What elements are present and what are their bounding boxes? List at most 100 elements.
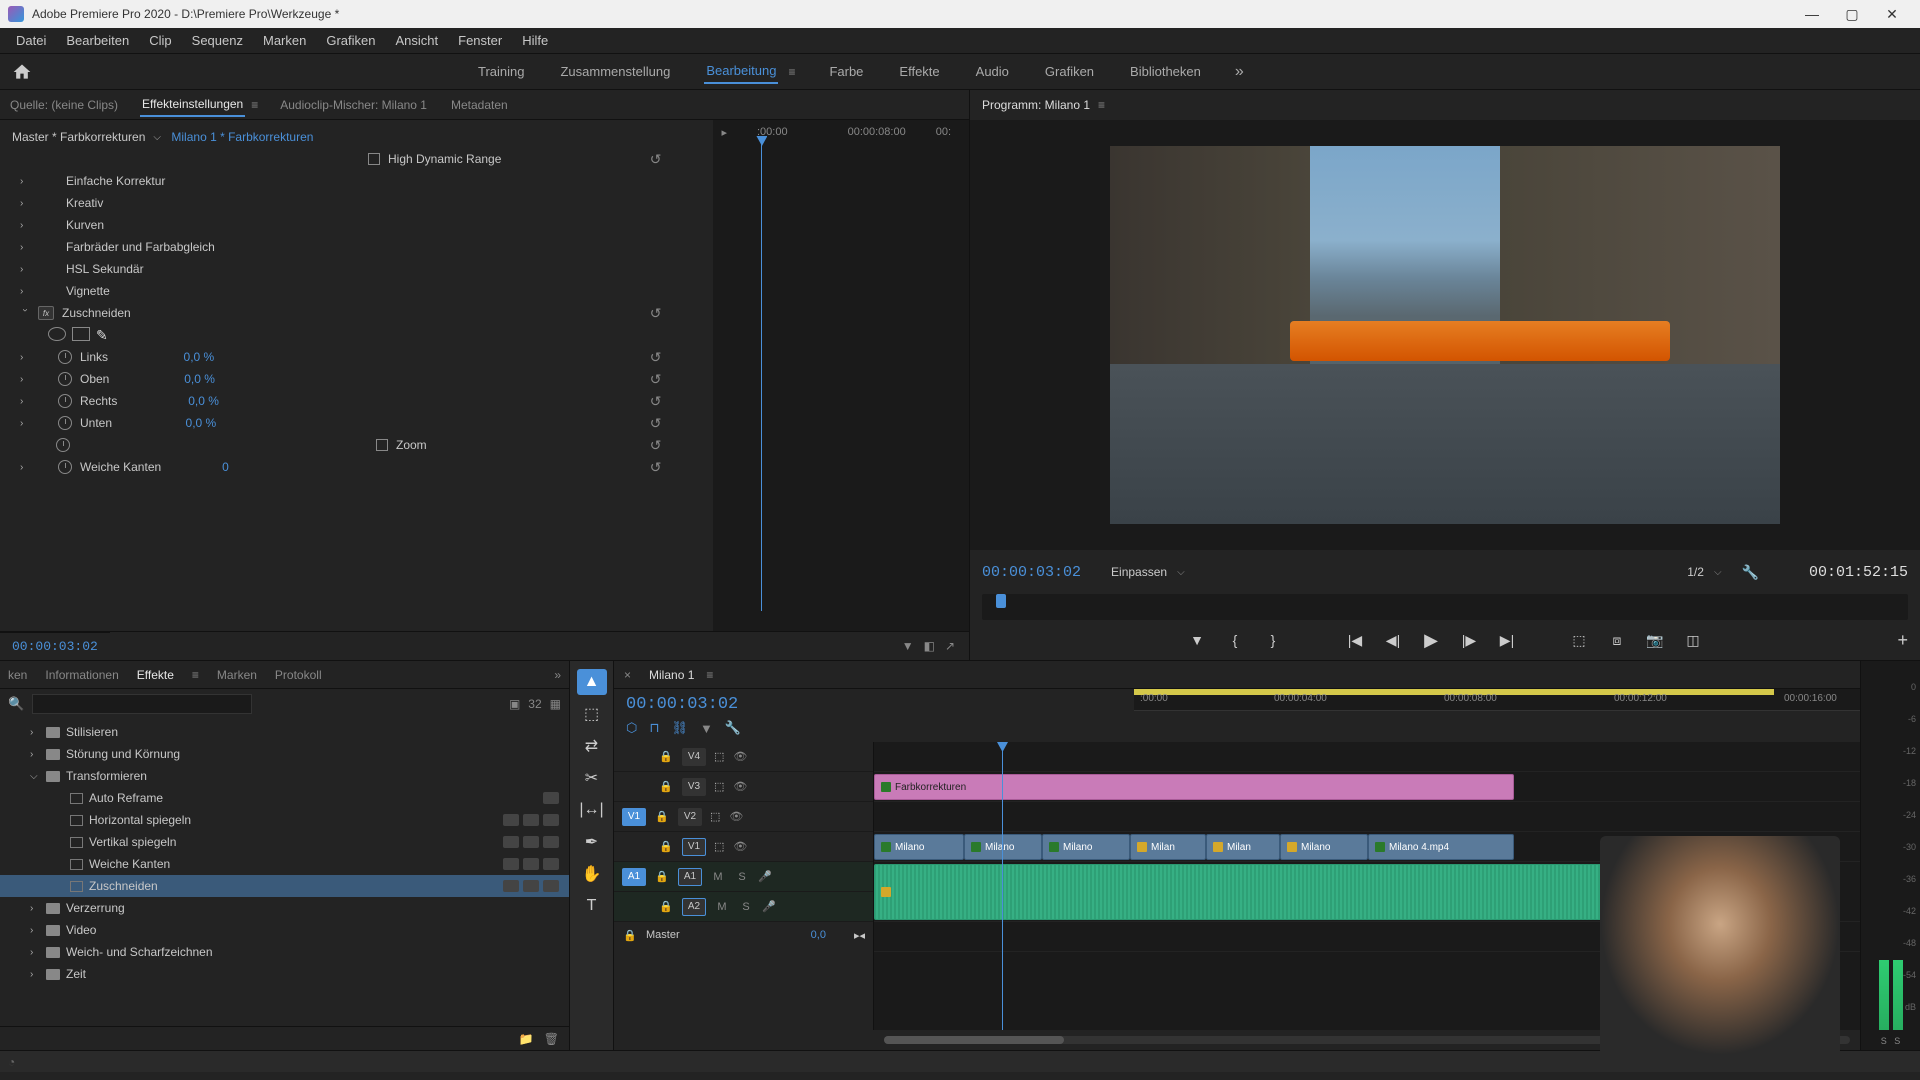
reset-icon[interactable]: ↺ xyxy=(650,305,662,322)
chevron-right-icon[interactable]: › xyxy=(20,374,30,385)
settings-wrench-icon[interactable]: 🔧 xyxy=(1742,564,1759,581)
program-zoom-dropdown[interactable]: 1/2 xyxy=(1687,565,1704,579)
expand-icon[interactable]: ▸◂ xyxy=(854,929,865,942)
ws-audio[interactable]: Audio xyxy=(974,60,1011,83)
chevron-icon[interactable]: › xyxy=(30,969,40,980)
chevron-right-icon[interactable]: › xyxy=(20,352,30,363)
chevron-right-icon[interactable]: › xyxy=(20,264,30,275)
group-farbraeder[interactable]: Farbräder und Farbabgleich xyxy=(66,240,215,254)
lock-icon[interactable]: 🔒 xyxy=(658,780,674,793)
ws-bearbeitung[interactable]: Bearbeitung xyxy=(704,59,778,84)
mask-ellipse-button[interactable] xyxy=(48,327,66,341)
reset-icon[interactable]: ↺ xyxy=(650,459,662,476)
stopwatch-icon[interactable] xyxy=(56,438,70,452)
go-to-in-button[interactable]: |◀ xyxy=(1343,628,1367,652)
source-v1[interactable]: V1 xyxy=(622,808,646,826)
ws-zusammenstellung[interactable]: Zusammenstellung xyxy=(558,60,672,83)
audio-meters[interactable]: 0-6-12-18-24-30-36-42-48-54dB S S xyxy=(1860,661,1920,1050)
sequence-name[interactable]: Milano 1 xyxy=(649,668,694,682)
group-vignette[interactable]: Vignette xyxy=(66,284,110,298)
stopwatch-icon[interactable] xyxy=(58,372,72,386)
menu-grafiken[interactable]: Grafiken xyxy=(316,29,385,52)
program-menu-icon[interactable]: ≡ xyxy=(1098,98,1105,112)
track-v1-label[interactable]: V1 xyxy=(682,838,706,856)
tree-folder[interactable]: ⌵Transformieren xyxy=(0,765,569,787)
chevron-right-icon[interactable]: › xyxy=(20,176,30,187)
ripple-edit-tool[interactable]: ⇄ xyxy=(577,733,607,759)
filter-32bit-icon[interactable]: 32 xyxy=(528,697,541,711)
chevron-down-icon[interactable]: ⌵ xyxy=(153,132,163,143)
menu-clip[interactable]: Clip xyxy=(139,29,181,52)
step-back-button[interactable]: ◀| xyxy=(1381,628,1405,652)
tree-folder[interactable]: ›Störung und Körnung xyxy=(0,743,569,765)
delete-icon[interactable]: 🗑 xyxy=(544,1032,559,1046)
step-forward-button[interactable]: |▶ xyxy=(1457,628,1481,652)
tab-quelle[interactable]: Quelle: (keine Clips) xyxy=(8,94,120,116)
home-icon[interactable] xyxy=(12,62,32,82)
close-button[interactable]: ✕ xyxy=(1872,0,1912,28)
settings-wrench-icon[interactable]: 🔧 xyxy=(725,720,741,736)
track-a2-label[interactable]: A2 xyxy=(682,898,706,916)
toggle-sync-icon[interactable]: ⬚ xyxy=(710,810,720,823)
tree-folder[interactable]: ›Weich- und Scharfzeichnen xyxy=(0,941,569,963)
mute-button[interactable]: M xyxy=(714,901,730,913)
extract-button[interactable]: ⧈ xyxy=(1605,628,1629,652)
clip-video[interactable]: Milan xyxy=(1130,834,1206,860)
insert-mode-icon[interactable]: ⬡ xyxy=(626,720,637,736)
chevron-icon[interactable]: › xyxy=(30,727,40,738)
tab-menu-icon[interactable]: ≡ xyxy=(251,98,258,112)
tree-folder[interactable]: ›Zeit xyxy=(0,963,569,985)
program-timecode[interactable]: 00:00:03:02 xyxy=(982,564,1081,581)
tab-ken[interactable]: ken xyxy=(8,668,27,682)
filter-accel-icon[interactable]: ▣ xyxy=(509,697,520,711)
close-sequence-icon[interactable]: × xyxy=(624,668,631,682)
mark-out-button[interactable]: } xyxy=(1261,628,1285,652)
chevron-right-icon[interactable]: › xyxy=(20,286,30,297)
lock-icon[interactable]: 🔒 xyxy=(622,929,638,942)
timeline-playhead[interactable] xyxy=(1002,742,1003,1030)
effects-search-input[interactable] xyxy=(32,694,252,714)
group-kreativ[interactable]: Kreativ xyxy=(66,196,103,210)
effect-playhead[interactable] xyxy=(761,142,762,611)
reset-icon[interactable]: ↺ xyxy=(650,151,662,168)
tab-informationen[interactable]: Informationen xyxy=(45,668,118,682)
lock-icon[interactable]: 🔒 xyxy=(654,810,670,823)
button-editor-icon[interactable]: + xyxy=(1897,630,1908,651)
solo-button[interactable]: S xyxy=(734,871,750,883)
effect-timecode[interactable]: 00:00:03:02 xyxy=(0,632,110,660)
menu-hilfe[interactable]: Hilfe xyxy=(512,29,558,52)
tree-folder[interactable]: ›Verzerrung xyxy=(0,897,569,919)
menu-datei[interactable]: Datei xyxy=(6,29,56,52)
chevron-icon[interactable]: ⌵ xyxy=(30,771,40,782)
chevron-right-icon[interactable]: › xyxy=(20,396,30,407)
chevron-right-icon[interactable]: › xyxy=(20,242,30,253)
clip-video[interactable]: Milano xyxy=(1042,834,1130,860)
eye-icon[interactable]: 👁 xyxy=(732,780,748,793)
tab-menu-icon[interactable]: ≡ xyxy=(192,668,199,682)
add-marker-button[interactable]: ▼ xyxy=(1185,628,1209,652)
maximize-button[interactable]: ▢ xyxy=(1832,0,1872,28)
group-kurven[interactable]: Kurven xyxy=(66,218,104,232)
linked-selection-icon[interactable]: ⛓ xyxy=(672,720,689,736)
fx-badge-icon[interactable]: fx xyxy=(38,306,54,320)
ws-menu-icon[interactable]: ≡ xyxy=(788,65,795,79)
search-icon[interactable]: 🔍 xyxy=(8,696,24,712)
timeline-timecode[interactable]: 00:00:03:02 xyxy=(614,689,874,720)
chevron-icon[interactable]: › xyxy=(30,925,40,936)
instance-clip-link[interactable]: Milano 1 * Farbkorrekturen xyxy=(171,130,313,144)
ws-effekte[interactable]: Effekte xyxy=(897,60,941,83)
master-clip-label[interactable]: Master * Farbkorrekturen xyxy=(12,130,145,144)
voiceover-icon[interactable]: 🎤 xyxy=(758,870,772,883)
clip-video[interactable]: Milan xyxy=(1206,834,1280,860)
param-weiche-value[interactable]: 0 xyxy=(222,460,229,474)
clip-video[interactable]: Milano xyxy=(874,834,964,860)
chevron-right-icon[interactable]: › xyxy=(20,418,30,429)
track-select-tool[interactable]: ⬚ xyxy=(577,701,607,727)
type-tool[interactable]: T xyxy=(577,893,607,919)
lock-icon[interactable]: 🔒 xyxy=(658,900,674,913)
solo-button[interactable]: S xyxy=(738,901,754,913)
scrubber-playhead[interactable] xyxy=(996,594,1006,608)
ws-training[interactable]: Training xyxy=(476,60,526,83)
lock-icon[interactable]: 🔒 xyxy=(658,840,674,853)
param-links-value[interactable]: 0,0 % xyxy=(184,350,215,364)
